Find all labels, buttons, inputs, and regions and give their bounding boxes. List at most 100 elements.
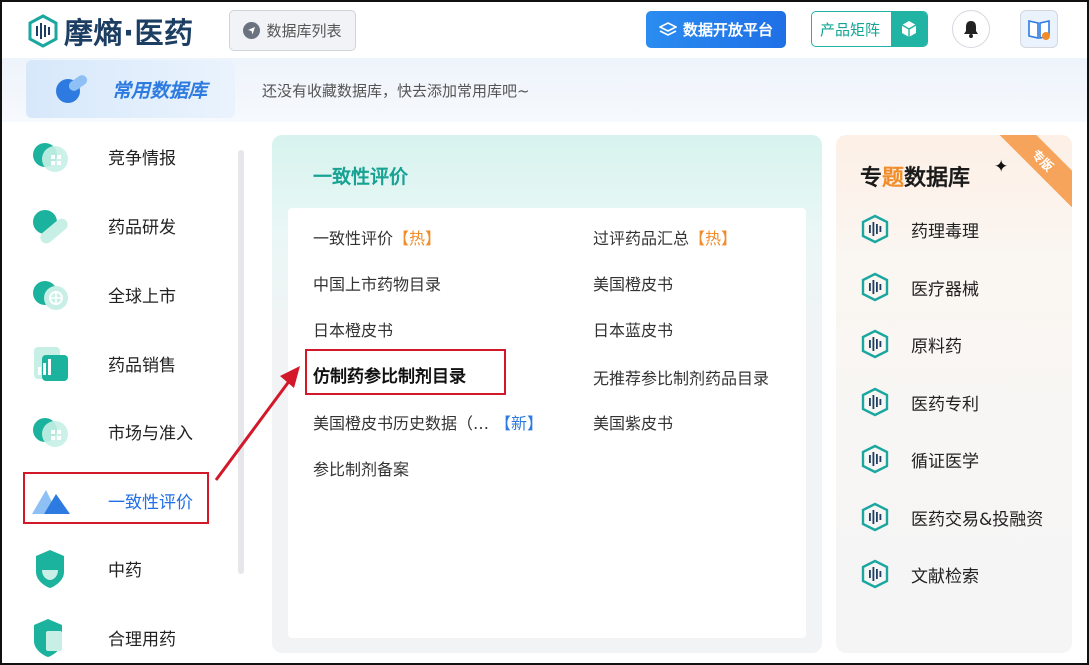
- favorites-banner: 常用数据库 还没有收藏数据库，快去添加常用库吧~: [0, 58, 1089, 122]
- topic-label: 原料药: [911, 336, 962, 357]
- favorites-tab[interactable]: 常用数据库: [26, 60, 235, 118]
- topic-label: 循证医学: [911, 451, 979, 472]
- sidebar-item-label: 市场与准入: [108, 423, 193, 444]
- new-badge: 【新】: [495, 414, 544, 433]
- favorites-title: 常用数据库: [112, 79, 208, 102]
- db-link-us-purple-book[interactable]: 美国紫皮书: [593, 410, 673, 434]
- cube-icon: [891, 12, 927, 46]
- sidebar-item-label: 一致性评价: [108, 492, 193, 513]
- db-link-label: 美国紫皮书: [593, 414, 674, 433]
- sidebar-item-global-launch[interactable]: 全球上市: [28, 266, 208, 322]
- hex-logo-icon: [861, 559, 889, 589]
- topic-label: 药理毒理: [911, 221, 979, 242]
- topic-medical-devices[interactable]: 医疗器械: [860, 271, 979, 303]
- database-link-list: 一致性评价【热】 中国上市药物目录 日本橙皮书 仿制药参比制剂目录 美国橙皮书历…: [288, 208, 806, 638]
- topic-label: 医药专利: [911, 394, 979, 415]
- topic-literature-search[interactable]: 文献检索: [860, 558, 979, 590]
- bar-chart-icon: [34, 347, 68, 381]
- title-part: 专: [860, 166, 883, 191]
- db-link-label: 参比制剂备案: [313, 460, 410, 479]
- sidebar-item-rational-drug-use[interactable]: 合理用药: [28, 609, 208, 665]
- open-platform-label: 数据开放平台: [682, 21, 773, 39]
- topic-deals-investment[interactable]: 医药交易&投融资: [860, 501, 1043, 533]
- topic-label: 医疗器械: [911, 279, 979, 300]
- topic-label: 文献检索: [911, 566, 979, 587]
- hex-logo-icon: [861, 272, 889, 302]
- hot-badge: 【热】: [393, 229, 442, 248]
- db-link-label: 中国上市药物目录: [313, 275, 442, 294]
- notification-button[interactable]: [952, 10, 990, 48]
- annotation-arrow: [214, 366, 300, 481]
- sidebar-item-label: 竞争情报: [108, 148, 176, 169]
- brand-logo[interactable]: 摩熵·医药: [26, 10, 194, 52]
- panel-title: 一致性评价: [313, 166, 409, 188]
- db-link-us-orange-book[interactable]: 美国橙皮书: [593, 271, 673, 295]
- db-link-label: 过评药品汇总: [593, 229, 690, 248]
- product-matrix-label: 产品矩阵: [820, 20, 881, 39]
- sidebar-item-consistency-eval[interactable]: 一致性评价: [28, 472, 208, 528]
- database-list-label: 数据库列表: [266, 22, 342, 40]
- hex-logo-icon: [861, 387, 889, 417]
- sidebar-item-competitive-intel[interactable]: 竞争情报: [28, 128, 208, 184]
- db-link-japan-blue-book[interactable]: 日本蓝皮书: [593, 317, 673, 341]
- pill-icon: [56, 75, 88, 103]
- sidebar-item-tcm[interactable]: 中药: [28, 540, 208, 596]
- db-link-passed-drugs-summary[interactable]: 过评药品汇总【热】: [593, 225, 737, 249]
- capsule-icon: [33, 210, 68, 244]
- title-part: 题: [882, 166, 905, 191]
- top-navbar: 摩熵·医药 数据库列表 数据开放平台 产品矩阵: [0, 0, 1089, 58]
- database-list-button[interactable]: 数据库列表: [229, 10, 356, 51]
- category-panel: 一致性评价 一致性评价【热】 中国上市药物目录 日本橙皮书 仿制药参比制剂目录 …: [272, 135, 822, 653]
- mountain-icon: [32, 490, 70, 514]
- hex-logo-icon: [861, 502, 889, 532]
- topic-panel-title: 专题数据库: [860, 160, 970, 192]
- hot-badge: 【热】: [689, 229, 738, 248]
- db-link-japan-orange-book[interactable]: 日本橙皮书: [313, 317, 393, 341]
- db-link-label: 一致性评价: [313, 229, 394, 248]
- db-link-china-listed-drugs[interactable]: 中国上市药物目录: [313, 271, 441, 295]
- sidebar-item-label: 药品研发: [108, 217, 176, 238]
- topic-pharmacology-toxicology[interactable]: 药理毒理: [860, 213, 979, 245]
- globe-icon: [33, 281, 68, 310]
- layers-icon: [658, 21, 677, 36]
- topic-api[interactable]: 原料药: [860, 328, 962, 360]
- topic-label: 医药交易&投融资: [911, 509, 1044, 530]
- sidebar-item-drug-sales[interactable]: 药品销售: [28, 335, 208, 391]
- hex-logo-icon: [861, 444, 889, 474]
- db-link-us-orange-book-history[interactable]: 美国橙皮书历史数据（… 【新】: [313, 410, 543, 434]
- intel-icon: [33, 143, 68, 172]
- book-icon: [1028, 20, 1050, 40]
- sidebar-item-label: 中药: [108, 560, 142, 581]
- db-link-reference-filing[interactable]: 参比制剂备案: [313, 456, 409, 480]
- hex-logo-icon: [861, 214, 889, 244]
- navigation-icon: [243, 22, 261, 39]
- db-link-label: 日本橙皮书: [313, 321, 394, 340]
- logo-icon: [28, 14, 58, 48]
- sidebar-item-drug-rd[interactable]: 药品研发: [28, 197, 208, 253]
- db-link-label: 仿制药参比制剂目录: [313, 367, 466, 387]
- db-link-label: 美国橙皮书: [593, 275, 674, 294]
- bell-icon: [964, 21, 978, 38]
- title-part: 数据库: [904, 166, 971, 191]
- open-platform-button[interactable]: 数据开放平台: [646, 11, 786, 48]
- sidebar-item-label: 药品销售: [108, 355, 176, 376]
- db-link-no-recommended-reference[interactable]: 无推荐参比制剂药品目录: [593, 365, 769, 389]
- sidebar-item-label: 合理用药: [108, 629, 176, 650]
- user-guide-button[interactable]: [1020, 10, 1058, 48]
- shield-icon: [34, 619, 62, 657]
- db-link-generic-reference-list[interactable]: 仿制药参比制剂目录: [313, 362, 466, 387]
- market-icon: [33, 418, 68, 447]
- topic-patents[interactable]: 医药专利: [860, 386, 979, 418]
- topic-database-panel: 专版 专题数据库 ✦ 药理毒理 医疗器械 原料药 医药专利 循证医学 医药交易&…: [836, 135, 1072, 653]
- db-link-consistency-eval[interactable]: 一致性评价【热】: [313, 225, 441, 249]
- logo-text: 摩熵·医药: [64, 16, 194, 50]
- favorites-empty-text: 还没有收藏数据库，快去添加常用库吧~: [262, 82, 530, 100]
- hex-logo-icon: [861, 329, 889, 359]
- sidebar-item-label: 全球上市: [108, 286, 176, 307]
- db-link-label: 日本蓝皮书: [593, 321, 674, 340]
- sparkle-icon: ✦: [994, 157, 1009, 177]
- db-link-label: 美国橙皮书历史数据（…: [313, 414, 490, 433]
- product-matrix-button[interactable]: 产品矩阵: [811, 11, 928, 47]
- sidebar-item-market-access[interactable]: 市场与准入: [28, 403, 208, 459]
- topic-evidence-based-medicine[interactable]: 循证医学: [860, 443, 979, 475]
